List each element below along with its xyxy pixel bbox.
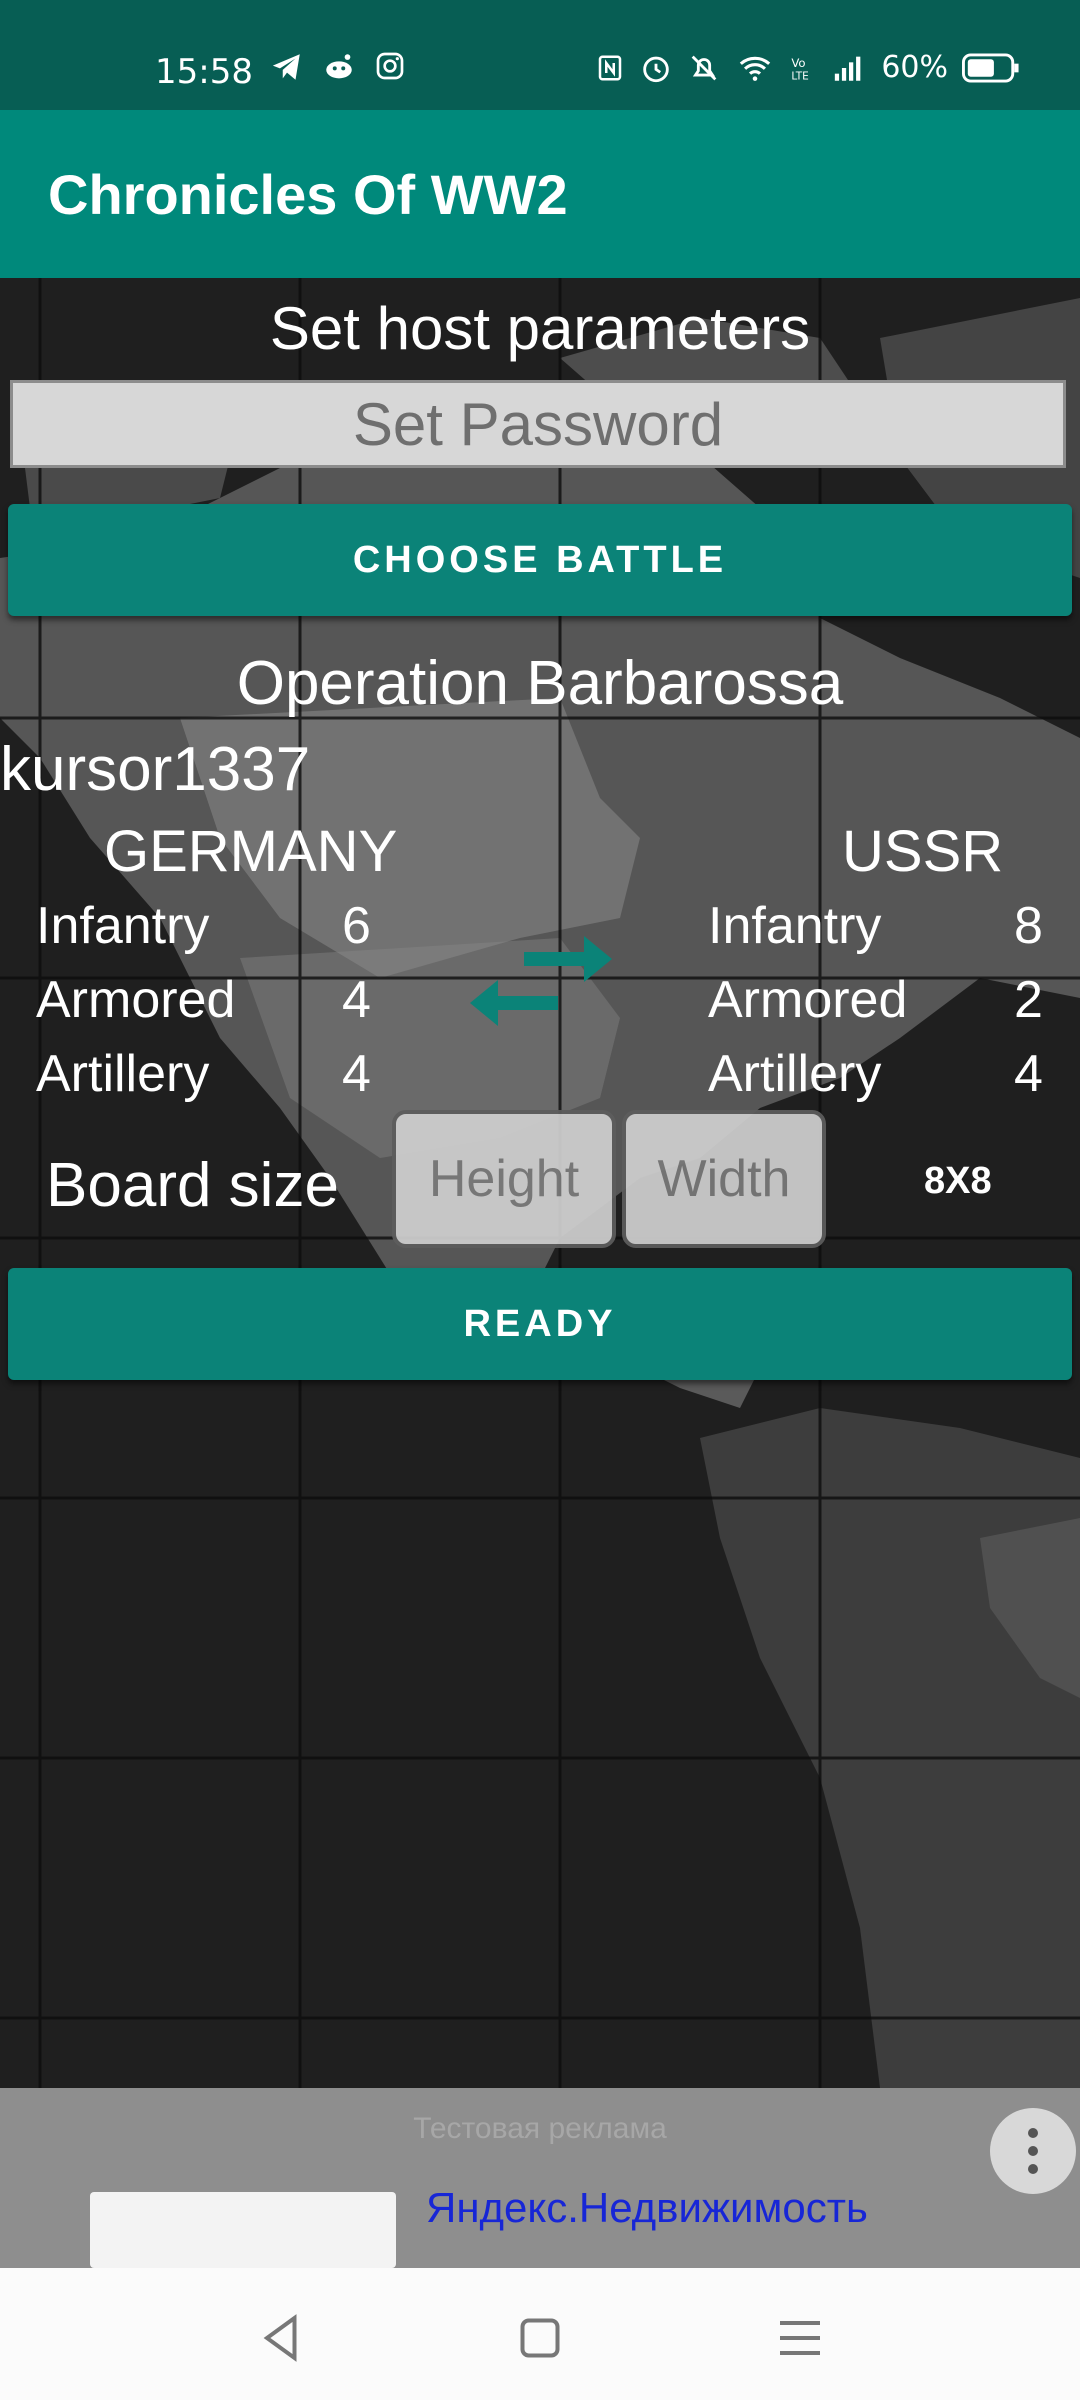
app-title: Chronicles Of WW2 (48, 163, 568, 226)
ad-label: Тестовая реклама (413, 2112, 667, 2145)
svg-text:Vo: Vo (792, 55, 806, 69)
recent-apps-icon[interactable] (770, 2308, 830, 2368)
battle-name: Operation Barbarossa (236, 649, 844, 718)
unit-label: Infantry (36, 897, 210, 955)
more-vert-icon (1028, 2164, 1038, 2174)
unit-count: 4 (342, 1045, 371, 1103)
player-name: kursor1337 (0, 735, 311, 804)
status-time: 15:58 (155, 52, 253, 92)
signal-icon (835, 56, 861, 81)
left-side-name: GERMANY (104, 819, 398, 884)
right-side-name: USSR (842, 819, 1004, 884)
unit-label: Armored (708, 971, 908, 1029)
status-system-icons: Vo LTE 60% (595, 50, 1020, 85)
unit-count: 8 (1014, 897, 1043, 955)
telegram-icon (272, 54, 300, 80)
volte-icon: VoLTE (792, 55, 809, 82)
alarm-icon (643, 56, 670, 82)
app-bar: Chronicles Of WW2 (0, 110, 1080, 278)
more-vert-icon (1028, 2146, 1038, 2156)
ready-button[interactable]: READY (8, 1268, 1072, 1380)
ad-link[interactable]: Яндекс.Недвижимость (426, 2184, 868, 2232)
board-height-input[interactable] (392, 1110, 616, 1248)
status-notification-icons (270, 50, 406, 84)
ad-image[interactable] (90, 2192, 396, 2268)
unit-label: Armored (36, 971, 236, 1029)
ad-banner[interactable]: Тестовая реклама Яндекс.Недвижимость (0, 2088, 1080, 2268)
instagram-icon (376, 52, 404, 80)
home-icon[interactable] (510, 2308, 570, 2368)
unit-label: Artillery (36, 1045, 210, 1103)
board-size-value: 8X8 (924, 1160, 992, 1202)
more-vert-icon (1028, 2128, 1038, 2138)
mute-icon (691, 55, 717, 80)
ad-menu-button[interactable] (990, 2108, 1076, 2194)
board-width-input[interactable] (622, 1110, 826, 1248)
choose-battle-button[interactable]: CHOOSE BATTLE (8, 504, 1072, 616)
battery-icon (962, 53, 1019, 82)
unit-count: 4 (342, 971, 371, 1029)
status-bar: 15:58 Vo LTE 60% (0, 0, 1080, 110)
screen-heading: Set host parameters (269, 295, 811, 362)
host-parameters-screen: Set host parameters CHOOSE BATTLE Operat… (0, 278, 1080, 2088)
unit-count: 4 (1014, 1045, 1043, 1103)
unit-label: Artillery (708, 1045, 882, 1103)
back-icon[interactable] (252, 2308, 312, 2368)
system-navigation-bar (0, 2268, 1080, 2400)
wifi-icon (740, 56, 771, 81)
unit-count: 6 (342, 897, 371, 955)
swap-arrows-icon[interactable] (466, 926, 616, 1036)
unit-count: 2 (1014, 971, 1043, 1029)
svg-text:LTE: LTE (792, 70, 809, 82)
board-size-label: Board size (46, 1151, 339, 1220)
nfc-icon (599, 55, 622, 80)
unit-label: Infantry (708, 897, 882, 955)
password-field[interactable] (10, 380, 1066, 468)
battery-percentage: 60% (881, 50, 948, 85)
reddit-icon (326, 54, 352, 79)
